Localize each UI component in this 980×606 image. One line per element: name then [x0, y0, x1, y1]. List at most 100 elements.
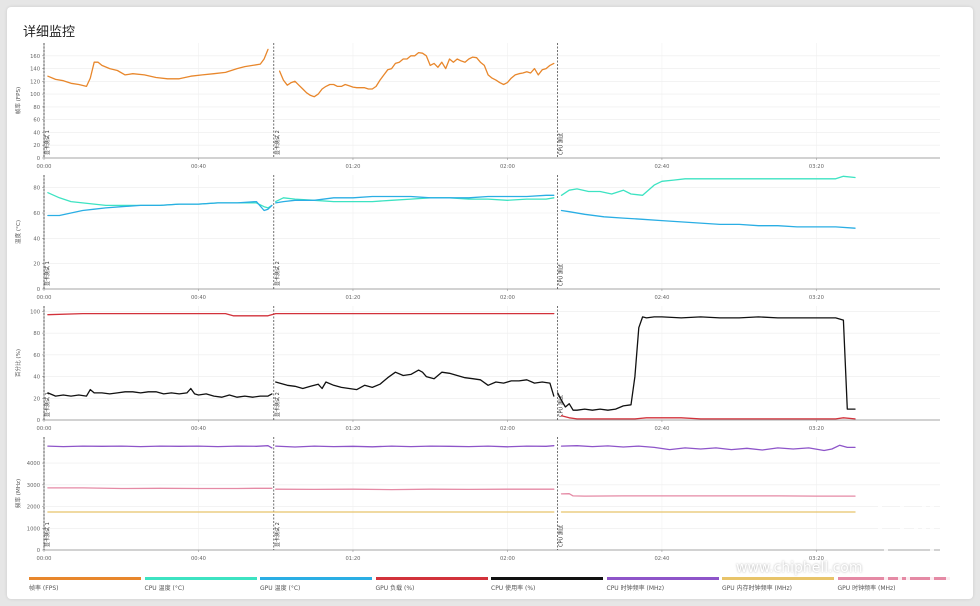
y-tick-label: 2000: [27, 505, 40, 511]
y-tick-label: 100: [30, 92, 40, 98]
series-line-gpu_load: [560, 415, 856, 420]
test-marker-label: CPU 测试: [558, 133, 565, 155]
series-line-cpu_usage: [557, 316, 856, 411]
legend-label: GPU 负载 (%): [375, 585, 415, 592]
test-marker-label: 显卡测试 2: [274, 261, 281, 286]
chiphell-logo: [878, 492, 950, 584]
legend-label: CPU 使用率 (%): [491, 585, 536, 592]
legend-label: CPU 温度 (°C): [144, 585, 185, 592]
legend-swatch: [722, 577, 834, 580]
x-tick-label: 01:20: [345, 295, 360, 301]
y-tick-label: 40: [33, 130, 40, 136]
legend-item[interactable]: CPU 温度 (°C): [144, 577, 257, 592]
series-line-cpu_temp: [560, 175, 856, 196]
y-tick-label: 20: [33, 262, 40, 268]
y-axis-label: 频率 (MHz): [14, 479, 22, 508]
test-marker-label: 显卡测试 1: [44, 130, 51, 155]
watermark-text: www.chiphell.com: [736, 560, 863, 576]
x-tick-label: 02:40: [654, 426, 669, 432]
y-tick-label: 140: [30, 67, 40, 73]
monitor-charts: 0 20 40 60 80 100 120 140 160 00:00 00:40 01:20 02:0…: [14, 43, 940, 562]
y-tick-label: 60: [33, 118, 40, 124]
x-tick-label: 03:20: [809, 295, 824, 301]
y-tick-label: 80: [33, 331, 40, 337]
x-tick-label: 00:40: [191, 556, 206, 562]
x-tick-label: 02:00: [500, 426, 515, 432]
series-line-gpu_load: [47, 312, 555, 317]
y-tick-label: 120: [30, 79, 40, 85]
test-marker-label: 显卡测试 2: [274, 130, 281, 155]
legend-item[interactable]: CPU 使用率 (%): [491, 577, 603, 592]
y-tick-label: 0: [37, 418, 40, 424]
legend-item[interactable]: GPU 负载 (%): [375, 577, 488, 592]
test-marker-label: 显卡测试 2: [274, 392, 281, 417]
y-tick-label: 80: [33, 105, 40, 111]
legend-swatch: [375, 577, 488, 580]
x-tick-label: 00:40: [191, 426, 206, 432]
series-line-gpu_core_clock: [47, 487, 273, 490]
series-line-cpu_usage: [47, 387, 273, 398]
x-tick-label: 00:40: [191, 295, 206, 301]
y-tick-label: 0: [37, 548, 40, 554]
x-tick-label: 02:40: [654, 556, 669, 562]
panel-3: 0 20 40 60 80 100 00:00 00:40 01:20 02:00 02:40 03:…: [14, 306, 940, 432]
legend-label: GPU 内存时钟频率 (MHz): [722, 585, 792, 592]
series-line-fps: [47, 48, 269, 88]
legend-swatch: [606, 577, 719, 580]
x-tick-label: 00:00: [37, 556, 52, 562]
y-tick-label: 80: [33, 186, 40, 192]
legend-swatch: [144, 577, 257, 580]
y-axis-label: 帧率 (FPS): [14, 87, 22, 114]
x-tick-label: 02:40: [654, 164, 669, 170]
legend-item[interactable]: 帧率 (FPS): [29, 577, 141, 592]
y-axis-label: 百分比 (%): [14, 349, 22, 377]
x-tick-label: 00:00: [37, 426, 52, 432]
y-tick-label: 60: [33, 211, 40, 217]
chart-legend: 帧率 (FPS) CPU 温度 (°C) GPU 温度 (°C) GPU 负载 (%)…: [29, 577, 950, 599]
x-tick-label: 00:00: [37, 295, 52, 301]
y-tick-label: 20: [33, 396, 40, 402]
series-line-cpu_clock: [560, 444, 856, 452]
x-tick-label: 02:00: [500, 295, 515, 301]
test-marker-label: CPU 测试: [558, 525, 565, 547]
x-tick-label: 01:20: [345, 426, 360, 432]
panel-2: 0 20 40 60 80 00:00 00:40 01:20 02:00 02:40 03:20 温…: [14, 175, 940, 301]
y-tick-label: 20: [33, 143, 40, 149]
legend-label: GPU 温度 (°C): [260, 585, 301, 592]
test-marker-label: 显卡测试 1: [44, 261, 51, 286]
test-marker-label: 显卡测试 2: [274, 522, 281, 547]
x-tick-label: 00:00: [37, 164, 52, 170]
x-tick-label: 01:20: [345, 556, 360, 562]
x-tick-label: 01:20: [345, 164, 360, 170]
y-tick-label: 3000: [27, 483, 40, 489]
panel-4: 0 1000 2000 3000 4000 00:00 00:40 01:20 02:00 02:…: [14, 437, 940, 562]
series-line-gpu_core_clock: [560, 493, 856, 497]
y-tick-label: 60: [33, 353, 40, 359]
legend-item[interactable]: CPU 时钟频率 (MHz): [606, 577, 719, 592]
test-marker-label: 显卡测试 1: [44, 522, 51, 547]
x-tick-label: 02:00: [500, 164, 515, 170]
y-tick-label: 0: [37, 156, 40, 162]
y-tick-label: 40: [33, 375, 40, 381]
y-tick-label: 4000: [27, 461, 40, 467]
legend-item[interactable]: GPU 温度 (°C): [260, 577, 372, 592]
test-marker-label: 显卡测试 1: [44, 392, 51, 417]
y-tick-label: 0: [37, 287, 40, 293]
legend-label: CPU 时钟频率 (MHz): [606, 585, 665, 592]
series-line-cpu_usage: [275, 369, 555, 397]
y-tick-label: 160: [30, 54, 40, 60]
x-tick-label: 02:00: [500, 556, 515, 562]
legend-swatch: [29, 577, 141, 580]
y-axis-label: 温度 (°C): [14, 220, 22, 244]
monitor-card: 详细监控 0 20 40 60 80 100 120 140 160 00:00 00:40 01:2…: [7, 7, 973, 599]
test-marker-label: CPU 测试: [558, 264, 565, 286]
series-line-fps: [278, 51, 555, 98]
x-tick-label: 03:20: [809, 164, 824, 170]
panel-1: 0 20 40 60 80 100 120 140 160 00:00 00:40 01:20 02:0…: [14, 43, 940, 170]
series-line-cpu_clock: [47, 445, 273, 449]
legend-swatch: [260, 577, 372, 580]
legend-swatch: [491, 577, 603, 580]
y-tick-label: 100: [30, 309, 40, 315]
legend-label: 帧率 (FPS): [29, 585, 59, 592]
legend-item[interactable]: GPU 内存时钟频率 (MHz): [722, 577, 834, 592]
